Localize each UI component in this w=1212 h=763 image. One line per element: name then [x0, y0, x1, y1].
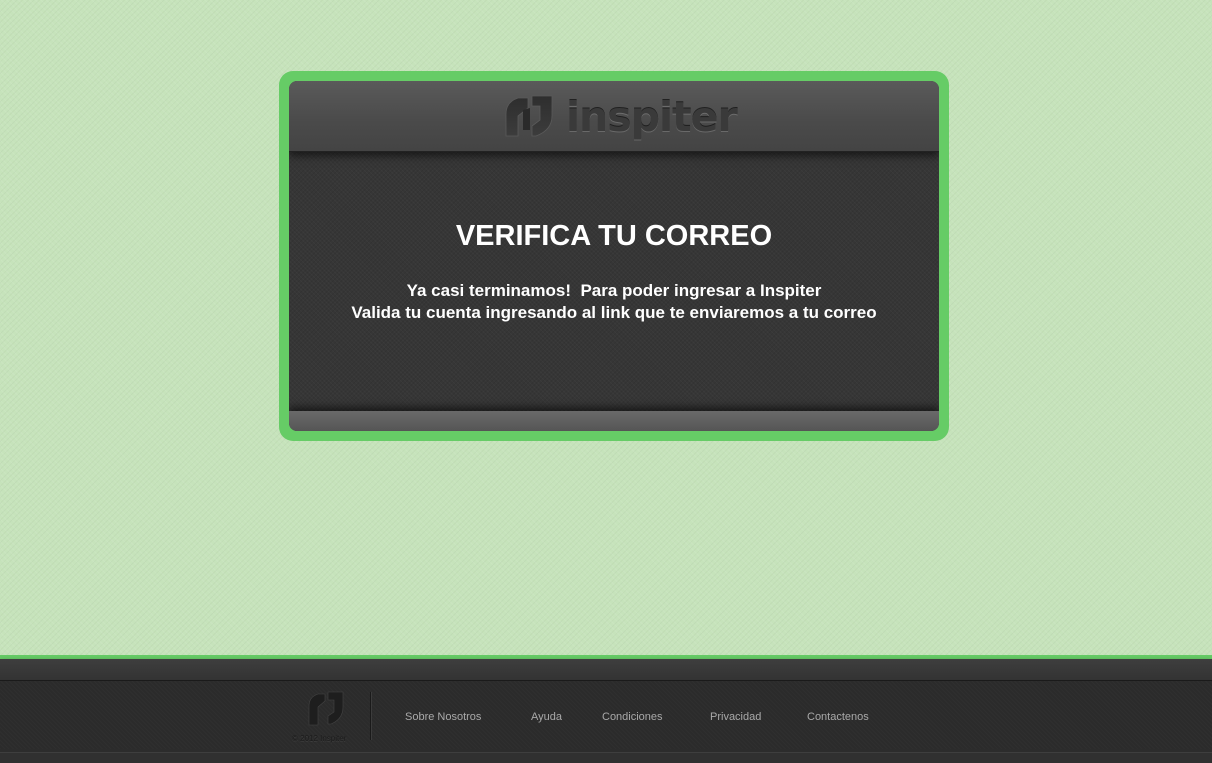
footer-copyright: © 2012 Inspiter	[292, 734, 347, 743]
verification-message-line-1: Ya casi terminamos! Para poder ingresar …	[406, 281, 822, 300]
footer-link-ayuda[interactable]: Ayuda	[531, 711, 562, 723]
footer-link-sobre-nosotros[interactable]: Sobre Nosotros	[405, 711, 481, 723]
brand-wordmark: inspiter	[566, 93, 738, 141]
footer-link-contactenos[interactable]: Contactenos	[807, 711, 869, 723]
inspiter-logo-icon	[505, 95, 553, 137]
verification-card: inspiter VERIFICA TU CORREO Ya casi term…	[289, 81, 939, 431]
page-footer: © 2012 Inspiter Sobre Nosotros Ayuda Con…	[0, 655, 1212, 763]
card-footer-bar	[289, 411, 939, 431]
page-title: VERIFICA TU CORREO	[455, 220, 773, 252]
card-header: inspiter	[289, 81, 939, 152]
footer-logo-icon[interactable]	[308, 690, 344, 728]
footer-top-band	[0, 659, 1212, 681]
brand-logo[interactable]: inspiter	[504, 93, 738, 141]
footer-link-condiciones[interactable]: Condiciones	[602, 711, 663, 723]
footer-bottom-band	[0, 752, 1212, 763]
footer-divider	[370, 692, 371, 740]
verification-message-line-2: Valida tu cuenta ingresando al link que …	[351, 303, 877, 322]
verification-card-frame: inspiter VERIFICA TU CORREO Ya casi term…	[279, 71, 949, 441]
footer-link-privacidad[interactable]: Privacidad	[710, 711, 761, 723]
